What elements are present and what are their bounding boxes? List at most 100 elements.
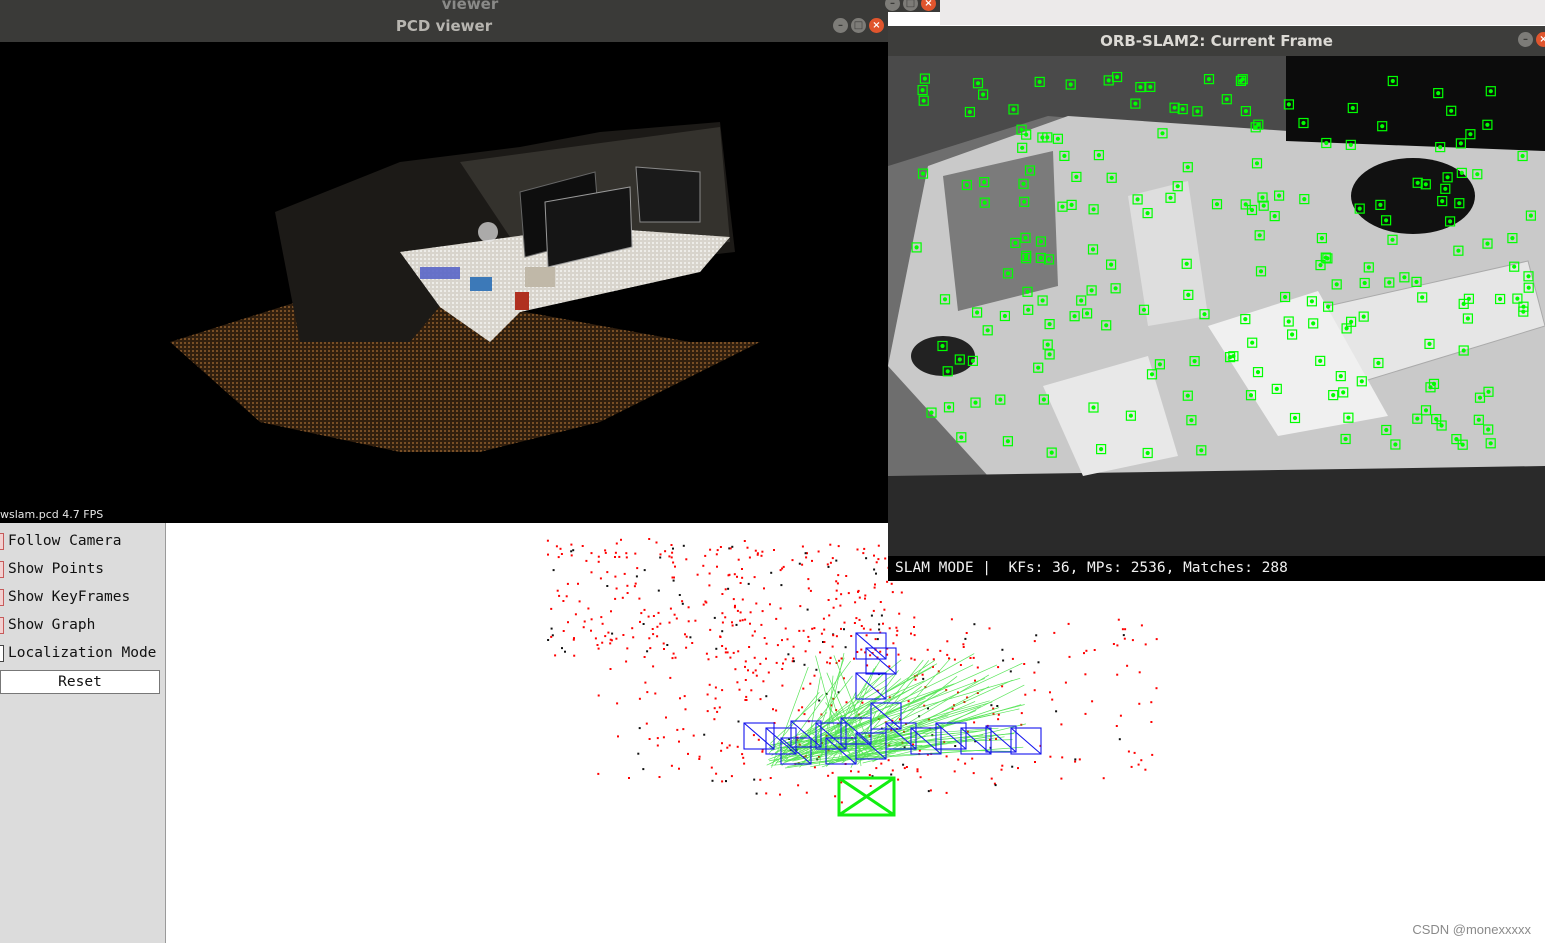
map-point: [1144, 768, 1147, 771]
map-point: [860, 648, 863, 651]
map-point: [743, 540, 746, 542]
map-point: [561, 647, 563, 650]
map-point: [1155, 638, 1158, 641]
reset-button[interactable]: Reset: [0, 670, 160, 694]
checkbox-unchecked-icon: [0, 644, 4, 662]
map-point: [959, 664, 962, 666]
feature-point: [1062, 153, 1067, 159]
feature-point: [1228, 355, 1233, 360]
map-point: [1053, 631, 1056, 634]
map-point: [655, 541, 658, 544]
close-icon[interactable]: ×: [921, 0, 936, 11]
map-point: [869, 785, 872, 787]
map-point: [707, 658, 710, 661]
map-point: [632, 636, 635, 639]
map-point: [916, 768, 919, 771]
map-point: [737, 558, 740, 561]
map-point: [792, 657, 795, 660]
show-keyframes-checkbox[interactable]: Show KeyFrames: [0, 584, 165, 610]
map-point: [879, 601, 882, 603]
map-point: [626, 584, 629, 587]
map-viewer-canvas[interactable]: [166, 523, 1545, 943]
map-point: [565, 595, 568, 598]
feature-point: [1274, 386, 1279, 391]
map-point: [715, 647, 718, 650]
feature-point: [1243, 317, 1248, 322]
close-icon[interactable]: ×: [1536, 32, 1545, 47]
map-point: [672, 561, 675, 564]
map-point: [638, 597, 641, 600]
feature-point: [1243, 202, 1248, 207]
map-point: [786, 638, 789, 641]
localization-mode-checkbox[interactable]: Localization Mode: [0, 640, 165, 666]
map-point: [678, 594, 681, 596]
map-point: [587, 607, 590, 610]
viewer-window-titlebar[interactable]: viewer – □ ×: [0, 0, 940, 12]
map-point: [739, 619, 742, 622]
map-point: [654, 692, 657, 695]
feature-point: [1021, 181, 1026, 186]
map-point: [769, 777, 772, 779]
map-point: [791, 559, 794, 562]
feature-point: [1488, 89, 1493, 94]
map-point: [614, 556, 616, 558]
map-point: [715, 553, 718, 556]
map-point: [713, 616, 716, 619]
map-point: [672, 652, 675, 655]
map-point: [714, 697, 717, 700]
map-point: [837, 545, 840, 548]
close-icon[interactable]: ×: [869, 18, 884, 33]
map-point: [731, 621, 733, 624]
map-point: [856, 651, 859, 653]
point-cloud-canvas[interactable]: wslam.pcd 4.7 FPS: [0, 42, 888, 523]
feature-point: [1038, 239, 1043, 244]
minimize-icon[interactable]: –: [833, 18, 848, 33]
map-point: [827, 565, 830, 568]
orb-slam-titlebar[interactable]: ORB-SLAM2: Current Frame – ×: [888, 26, 1545, 56]
map-point: [755, 792, 758, 795]
map-point: [886, 580, 889, 583]
map-point: [990, 777, 993, 780]
map-point: [692, 734, 695, 737]
map-point: [1024, 693, 1027, 696]
follow-camera-checkbox[interactable]: Follow Camera: [0, 528, 165, 554]
map-point: [875, 561, 878, 564]
map-point: [835, 559, 838, 562]
map-point: [753, 576, 756, 579]
map-point: [626, 592, 629, 594]
feature-point: [1357, 206, 1362, 211]
maximize-icon[interactable]: □: [903, 0, 918, 11]
map-point: [804, 650, 807, 653]
map-point: [567, 621, 569, 624]
map-point: [590, 629, 592, 632]
feature-point: [1323, 255, 1328, 260]
feature-point: [1434, 417, 1439, 422]
feature-point: [1199, 448, 1204, 453]
feature-point: [1224, 97, 1229, 102]
map-point: [858, 618, 861, 621]
show-points-checkbox[interactable]: Show Points: [0, 556, 165, 582]
map-point: [875, 767, 878, 770]
map-point: [730, 775, 733, 778]
minimize-icon[interactable]: –: [1518, 32, 1533, 47]
feature-point: [1309, 299, 1314, 304]
pcd-viewer-titlebar[interactable]: PCD viewer – □ ×: [0, 12, 888, 42]
map-point: [835, 580, 838, 583]
show-graph-checkbox[interactable]: Show Graph: [0, 612, 165, 638]
map-point: [792, 660, 795, 663]
minimize-icon[interactable]: –: [885, 0, 900, 11]
map-point: [652, 665, 655, 668]
map-point: [721, 780, 724, 783]
map-point: [724, 616, 727, 619]
feature-point: [1485, 241, 1490, 246]
map-point: [642, 623, 645, 625]
map-point: [779, 793, 781, 796]
maximize-icon[interactable]: □: [851, 18, 866, 33]
viewer-window-title: viewer: [441, 0, 499, 12]
feature-point: [1214, 202, 1220, 207]
map-point: [797, 709, 800, 712]
map-point: [649, 647, 652, 650]
map-point: [616, 702, 619, 705]
feature-point: [1202, 312, 1207, 317]
map-point: [634, 552, 637, 555]
